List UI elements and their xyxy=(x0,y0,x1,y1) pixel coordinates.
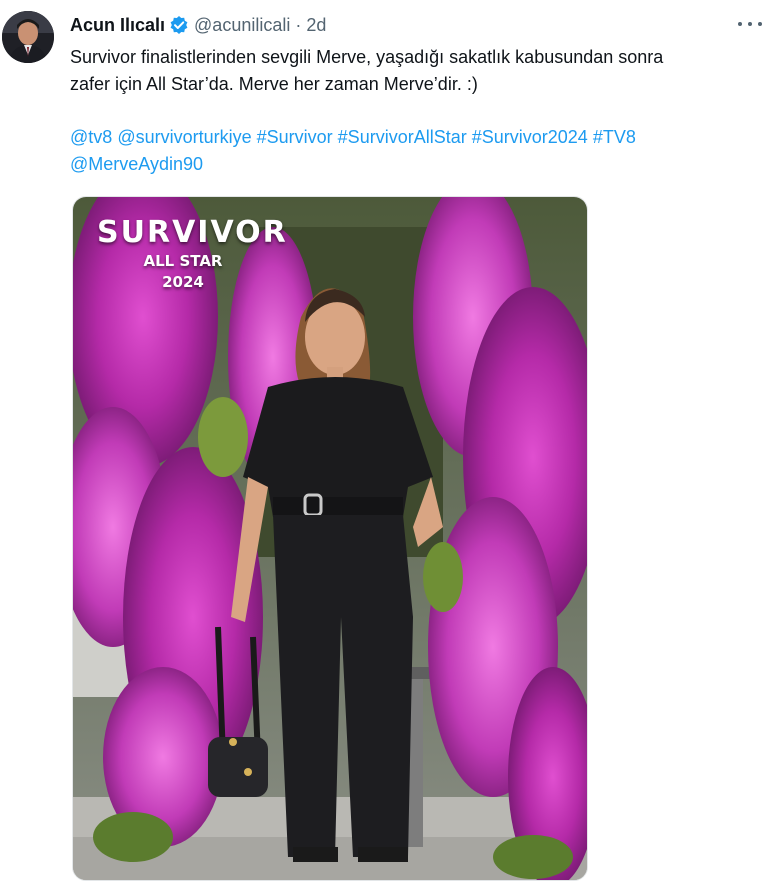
author-display-name[interactable]: Acun Ilıcalı xyxy=(70,15,165,36)
tweet-timestamp[interactable]: 2d xyxy=(306,15,326,36)
avatar-image xyxy=(2,11,54,63)
hashtag-link[interactable]: #TV8 xyxy=(593,127,636,147)
tweet-header: Acun Ilıcalı @acunilicali · 2d xyxy=(70,12,326,38)
mention-link[interactable]: @survivorturkiye xyxy=(117,127,251,147)
header-separator: · xyxy=(295,14,302,35)
tweet-links: @tv8 @survivorturkiye #Survivor #Survivo… xyxy=(70,124,760,178)
hashtag-link[interactable]: #SurvivorAllStar xyxy=(338,127,467,147)
all-star-label: ALL STAR xyxy=(143,252,223,270)
hashtag-link[interactable]: #Survivor2024 xyxy=(472,127,588,147)
survivor-logo-overlay: SURVIVOR ALL STAR 2024 xyxy=(97,215,288,293)
tweet-text: Survivor finalistlerinden sevgili Merve,… xyxy=(70,44,760,98)
more-options-icon[interactable] xyxy=(738,14,762,34)
mention-link[interactable]: @tv8 xyxy=(70,127,112,147)
verified-badge-icon xyxy=(169,15,189,35)
author-avatar[interactable] xyxy=(2,11,54,63)
photo-image xyxy=(73,197,587,880)
survivor-logo: SURVIVOR xyxy=(97,215,288,250)
hashtag-link[interactable]: #Survivor xyxy=(257,127,333,147)
mention-link[interactable]: @MerveAydin90 xyxy=(70,154,203,174)
tweet[interactable]: Acun Ilıcalı @acunilicali · 2d Survivor … xyxy=(0,0,770,881)
tweet-text-line: zafer için All Star’da. Merve her zaman … xyxy=(70,74,478,94)
tweet-text-line: Survivor finalistlerinden sevgili Merve,… xyxy=(70,47,664,67)
author-handle[interactable]: @acunilicali xyxy=(194,15,290,36)
year-label: 2024 xyxy=(162,273,204,291)
tweet-media-photo[interactable]: SURVIVOR ALL STAR 2024 xyxy=(72,196,588,881)
